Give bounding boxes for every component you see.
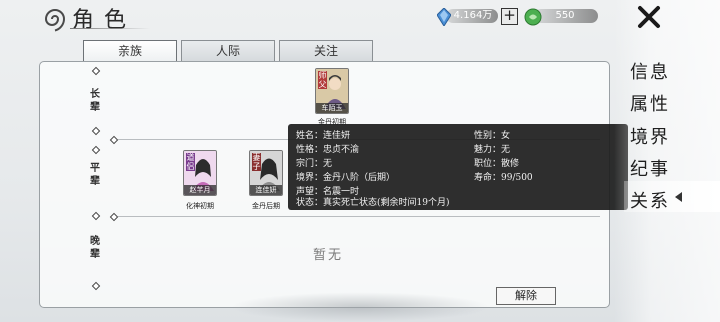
tooltip-charm: 魅力：无 [474, 145, 511, 155]
relation-tag: 师父 [318, 71, 327, 89]
title-underline [70, 28, 150, 29]
page-title: 角色 [72, 8, 137, 33]
tab-kin[interactable]: 亲族 [83, 40, 177, 61]
card-realm: 化神初期 [186, 202, 214, 210]
tooltip-sect: 宗门：无 [296, 159, 333, 169]
add-currency-button[interactable]: + [501, 8, 518, 25]
row-label-peers: 平辈 [90, 163, 100, 187]
character-tooltip: 姓名：连佳妍 性别：女 性格：忠贞不渝 魅力：无 宗门：无 职位：散修 境界：金… [288, 124, 628, 210]
sidebar-item-relations[interactable]: 关系 [630, 187, 670, 213]
relation-tag: 妻子 [252, 153, 261, 171]
tab-follow[interactable]: 关注 [279, 40, 373, 61]
release-button[interactable]: 解除 [496, 287, 556, 305]
jade-amount: 550 [555, 10, 575, 21]
row-divider [118, 216, 600, 217]
gem-amount: 4.164万 [453, 10, 493, 21]
empty-juniors-label: 暂无 [313, 248, 344, 263]
card-name: 连佳妍 [250, 185, 282, 195]
green-jade-icon [524, 8, 542, 26]
relation-tag: 道侣 [186, 153, 195, 171]
sidebar-item-chronicle[interactable]: 纪事 [630, 155, 670, 181]
peer-card[interactable]: 道侣 赵芊月 [183, 150, 217, 196]
tooltip-personality: 性格：忠贞不渝 [296, 145, 360, 155]
tooltip-status: 状态：真实死亡状态(剩余时间19个月) [296, 198, 450, 208]
tooltip-name: 姓名：连佳妍 [296, 131, 351, 141]
cloud-swirl-icon [44, 9, 66, 32]
card-name: 赵芊月 [184, 185, 216, 195]
mist-decoration [230, 292, 490, 322]
tooltip-position: 职位：散修 [474, 159, 520, 169]
sidebar-item-info[interactable]: 信息 [630, 58, 670, 84]
row-label-juniors: 晚辈 [90, 236, 100, 260]
sidebar-item-attributes[interactable]: 属性 [630, 90, 670, 116]
row-label-elders: 长辈 [90, 89, 100, 113]
tooltip-realm: 境界：金丹八阶（后期） [296, 173, 396, 183]
active-arrow-icon [675, 192, 682, 202]
elder-card[interactable]: 师父 车陌玉 [315, 68, 349, 114]
blue-gem-icon [437, 8, 451, 26]
close-icon[interactable] [636, 4, 662, 30]
card-realm: 金丹后期 [252, 202, 280, 210]
sidebar-item-realm[interactable]: 境界 [630, 123, 670, 149]
card-name: 车陌玉 [316, 103, 348, 113]
peer-card[interactable]: 妻子 连佳妍 [249, 150, 283, 196]
tab-social[interactable]: 人际 [181, 40, 275, 61]
tooltip-lifespan: 寿命：99/500 [474, 173, 533, 183]
tooltip-gender: 性别：女 [474, 131, 511, 141]
